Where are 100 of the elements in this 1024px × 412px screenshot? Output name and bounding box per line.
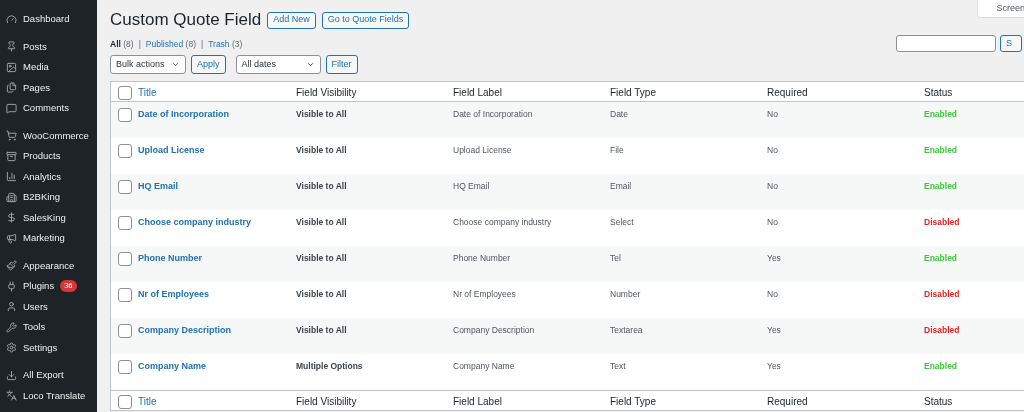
- page-title: Custom Quote Field: [110, 9, 262, 31]
- row-checkbox[interactable]: [118, 252, 132, 266]
- sidebar-item[interactable]: Pages: [0, 77, 97, 98]
- sidebar-item[interactable]: Media: [0, 57, 97, 78]
- search-button[interactable]: S: [1000, 35, 1022, 52]
- row-checkbox[interactable]: [118, 108, 132, 122]
- field-title-link[interactable]: HQ Email: [138, 180, 178, 194]
- sidebar-item[interactable]: Appearance: [0, 255, 97, 276]
- row-checkbox[interactable]: [118, 144, 132, 158]
- status-label: Enabled: [924, 252, 958, 265]
- table-cell: Visible to All: [296, 144, 347, 157]
- field-title-link[interactable]: Upload License: [138, 144, 205, 158]
- table-cell: No: [767, 108, 778, 121]
- screen-options-tab[interactable]: Screen: [977, 0, 1024, 18]
- building-icon: [6, 191, 17, 203]
- sidebar-item[interactable]: Tools: [0, 317, 97, 338]
- column-header: Field Visibility: [296, 395, 357, 409]
- translate-icon: [6, 390, 17, 402]
- select-all-checkbox[interactable]: [118, 85, 132, 100]
- field-title-link[interactable]: Company Name: [138, 360, 207, 374]
- column-header: Status: [924, 86, 953, 100]
- row-checkbox[interactable]: [118, 360, 132, 374]
- sidebar-item[interactable]: Posts: [0, 36, 97, 57]
- table-cell: Phone Number: [453, 252, 511, 265]
- chevron-icon: [305, 60, 315, 69]
- title-column-link[interactable]: Title: [138, 394, 157, 409]
- table-cell: No: [767, 144, 778, 157]
- header-button[interactable]: Go to Quote Fields: [321, 11, 410, 29]
- table-cell: Visible to All: [296, 108, 347, 121]
- table-cell: Multiple Options: [296, 360, 363, 373]
- column-header: Field Type: [610, 395, 656, 409]
- table-cell: Visible to All: [296, 216, 347, 229]
- header-button[interactable]: Add New: [267, 11, 316, 29]
- title-column-link[interactable]: Title: [138, 85, 157, 100]
- pages-icon: [6, 82, 17, 94]
- column-header: Field Type: [610, 86, 656, 100]
- table-cell: Visible to All: [296, 288, 347, 301]
- column-header: Field Label: [453, 395, 502, 409]
- sidebar-item[interactable]: WooCommerce: [0, 125, 97, 146]
- user-icon: [6, 301, 17, 313]
- search-field[interactable]: [896, 35, 996, 52]
- view-filter-link[interactable]: All (8): [110, 38, 134, 51]
- sidebar-item[interactable]: Analytics: [0, 166, 97, 187]
- column-header: Required: [767, 395, 808, 409]
- table-cell: File: [610, 144, 624, 157]
- field-title-link[interactable]: Nr of Employees: [138, 288, 210, 302]
- table-cell: Visible to All: [296, 252, 347, 265]
- date-filter-dropdown[interactable]: All dates: [235, 55, 321, 74]
- row-checkbox[interactable]: [118, 324, 132, 338]
- status-label: Enabled: [924, 108, 958, 121]
- column-header: Status: [924, 395, 953, 409]
- table-cell: No: [767, 216, 778, 229]
- filter-button[interactable]: Filter: [325, 55, 358, 74]
- sidebar-item[interactable]: SalesKing: [0, 207, 97, 228]
- table-cell: Number: [610, 288, 641, 301]
- view-filter-link[interactable]: Published (8): [145, 38, 196, 51]
- table-cell: Yes: [767, 252, 781, 265]
- download-icon: [6, 369, 17, 381]
- sidebar-item[interactable]: Settings: [0, 337, 97, 358]
- field-title-link[interactable]: Phone Number: [138, 252, 202, 266]
- sidebar-item[interactable]: Users: [0, 296, 97, 317]
- view-filter-link[interactable]: Trash (3): [208, 38, 243, 51]
- table-cell: Yes: [767, 360, 781, 373]
- speech-bubble-icon: [6, 102, 17, 114]
- status-label: Disabled: [924, 288, 960, 301]
- megaphone-icon: [6, 232, 17, 244]
- separator: |: [138, 38, 141, 51]
- table-cell: Visible to All: [296, 180, 347, 193]
- table-cell: Company Description: [453, 324, 535, 337]
- sidebar-item[interactable]: All Export: [0, 365, 97, 386]
- status-label: Enabled: [924, 180, 958, 193]
- apply-button[interactable]: Apply: [191, 55, 226, 74]
- table-cell: Textarea: [610, 324, 643, 337]
- column-header: Field Label: [453, 86, 502, 100]
- cart-icon: [6, 130, 17, 142]
- table-cell: Date of Incorporation: [453, 108, 533, 121]
- column-header: Required: [767, 86, 808, 100]
- sidebar-item[interactable]: B2BKing: [0, 187, 97, 208]
- table-cell: Visible to All: [296, 324, 347, 337]
- select-all-checkbox[interactable]: [118, 394, 132, 409]
- row-checkbox[interactable]: [118, 180, 132, 194]
- row-checkbox[interactable]: [118, 288, 132, 302]
- bar-chart-icon: [6, 171, 17, 183]
- sidebar-item[interactable]: Dashboard: [0, 9, 97, 30]
- table-cell: Yes: [767, 324, 781, 337]
- sidebar-item[interactable]: Marketing: [0, 228, 97, 249]
- field-title-link[interactable]: Date of Incorporation: [138, 108, 229, 122]
- sidebar-item[interactable]: Comments: [0, 98, 97, 119]
- sidebar-item[interactable]: Products: [0, 146, 97, 167]
- bulk-actions-dropdown[interactable]: Bulk actions: [110, 55, 186, 74]
- status-label: Enabled: [924, 360, 958, 373]
- sidebar-item[interactable]: Loco Translate: [0, 385, 97, 406]
- table-cell: Upload License: [453, 144, 512, 157]
- pin-icon: [6, 41, 17, 53]
- field-title-link[interactable]: Company Description: [138, 324, 231, 338]
- row-checkbox[interactable]: [118, 216, 132, 230]
- column-header: Field Visibility: [296, 86, 357, 100]
- status-label: Enabled: [924, 144, 958, 157]
- table-cell: Choose company industry: [453, 216, 552, 229]
- field-title-link[interactable]: Choose company industry: [138, 216, 252, 230]
